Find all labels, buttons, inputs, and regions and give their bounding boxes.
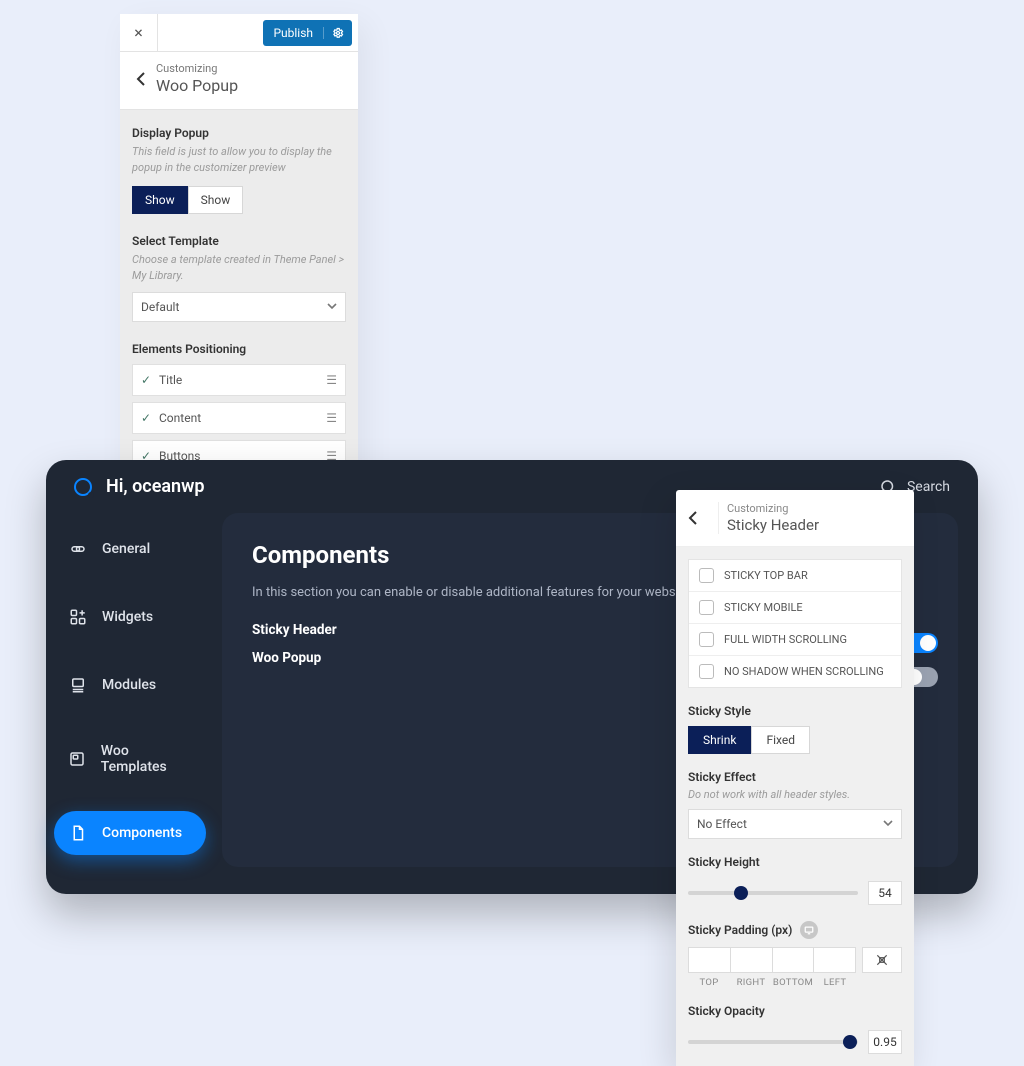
grid-add-icon <box>68 607 88 627</box>
nav-item-widgets[interactable]: Widgets <box>54 595 206 639</box>
select-template-value: Default <box>141 300 179 314</box>
publish-button[interactable]: Publish <box>263 20 352 46</box>
sticky-header-customizer-panel: Customizing Sticky Header STICKY TOP BAR… <box>676 490 914 1066</box>
sticky-height-title: Sticky Height <box>688 855 902 869</box>
panel-header: Customizing Sticky Header <box>676 490 914 547</box>
nav-item-woo-templates[interactable]: Woo Templates <box>54 731 206 787</box>
padding-label-left: LEFT <box>814 977 856 988</box>
padding-labels: TOP RIGHT BOTTOM LEFT <box>688 977 856 988</box>
link-values-button[interactable] <box>862 947 902 973</box>
checkbox-icon <box>699 664 714 679</box>
nav-label: Modules <box>102 677 156 693</box>
option-label: FULL WIDTH SCROLLING <box>724 633 847 646</box>
chevron-down-icon <box>883 820 893 828</box>
layout-icon <box>68 749 87 769</box>
sticky-options-list: STICKY TOP BAR STICKY MOBILE FULL WIDTH … <box>688 559 902 688</box>
option-label: NO SHADOW WHEN SCROLLING <box>724 665 884 678</box>
sticky-style-segment: Shrink Fixed <box>688 726 902 754</box>
padding-bottom-input[interactable] <box>772 947 814 973</box>
back-button[interactable] <box>126 72 156 86</box>
select-template-hint: Choose a template created in Theme Panel… <box>132 252 346 284</box>
publish-label: Publish <box>263 26 323 40</box>
nav-item-general[interactable]: General <box>54 527 206 571</box>
sticky-height-slider: 54 <box>688 881 902 905</box>
style-fixed-button[interactable]: Fixed <box>751 726 810 754</box>
option-label: STICKY TOP BAR <box>724 569 808 582</box>
option-no-shadow-scrolling[interactable]: NO SHADOW WHEN SCROLLING <box>689 655 901 687</box>
logo-icon <box>74 478 92 496</box>
option-full-width-scrolling[interactable]: FULL WIDTH SCROLLING <box>689 623 901 655</box>
checkbox-icon <box>699 600 714 615</box>
padding-inputs <box>688 947 856 973</box>
slider-track[interactable] <box>688 891 858 895</box>
drag-handle-icon[interactable]: ☰ <box>326 411 337 425</box>
document-icon <box>68 823 88 843</box>
element-item-content[interactable]: ✓ Content ☰ <box>132 402 346 434</box>
nav-label: General <box>102 541 150 557</box>
nav-label: Widgets <box>102 609 153 625</box>
elements-positioning-title: Elements Positioning <box>132 342 346 356</box>
nav-label: Components <box>102 825 182 841</box>
display-popup-hint: This field is just to allow you to displ… <box>132 144 346 176</box>
style-shrink-button[interactable]: Shrink <box>688 726 751 754</box>
sticky-height-value[interactable]: 54 <box>868 881 902 905</box>
check-icon: ✓ <box>141 373 159 387</box>
display-popup-title: Display Popup <box>132 126 346 140</box>
sticky-padding-header: Sticky Padding (px) <box>688 921 902 939</box>
greeting: Hi, oceanwp <box>106 476 205 497</box>
chevron-down-icon <box>327 303 337 311</box>
padding-label-top: TOP <box>688 977 730 988</box>
dashboard-nav: General Widgets Modules Woo Templates Co… <box>54 513 206 867</box>
breadcrumb-sup: Customizing <box>727 502 819 515</box>
nav-item-components[interactable]: Components <box>54 811 206 855</box>
padding-left-input[interactable] <box>813 947 856 973</box>
nav-label: Woo Templates <box>101 743 192 775</box>
slider-track[interactable] <box>688 1040 858 1044</box>
display-show-active[interactable]: Show <box>132 186 188 214</box>
desktop-device-icon[interactable] <box>800 921 818 939</box>
close-button[interactable]: × <box>120 14 158 52</box>
sticky-effect-title: Sticky Effect <box>688 770 902 784</box>
select-template-dropdown[interactable]: Default <box>132 292 346 322</box>
gear-icon[interactable] <box>323 27 352 39</box>
sticky-padding-title: Sticky Padding (px) <box>688 923 792 937</box>
woo-popup-customizer-panel: × Publish Customizing Woo Popup Display … <box>120 14 358 524</box>
stack-icon <box>68 675 88 695</box>
sticky-effect-dropdown[interactable]: No Effect <box>688 809 902 839</box>
display-show-inactive[interactable]: Show <box>188 186 244 214</box>
padding-right-input[interactable] <box>730 947 772 973</box>
element-label: Content <box>159 411 326 425</box>
select-template-title: Select Template <box>132 234 346 248</box>
nav-item-modules[interactable]: Modules <box>54 663 206 707</box>
sticky-effect-hint: Do not work with all header styles. <box>688 788 902 801</box>
display-popup-segment: Show Show <box>132 186 346 214</box>
breadcrumb-sup: Customizing <box>156 62 238 75</box>
padding-top-input[interactable] <box>688 947 730 973</box>
option-sticky-top-bar[interactable]: STICKY TOP BAR <box>689 560 901 591</box>
panel-body: STICKY TOP BAR STICKY MOBILE FULL WIDTH … <box>676 547 914 1066</box>
breadcrumb: Customizing Woo Popup <box>120 52 358 110</box>
padding-label-right: RIGHT <box>730 977 772 988</box>
page-title: Woo Popup <box>156 76 238 95</box>
sticky-style-title: Sticky Style <box>688 704 902 718</box>
slider-thumb-icon[interactable] <box>843 1035 857 1049</box>
option-sticky-mobile[interactable]: STICKY MOBILE <box>689 591 901 623</box>
drag-handle-icon[interactable]: ☰ <box>326 373 337 387</box>
page-title: Sticky Header <box>727 516 819 534</box>
padding-label-bottom: BOTTOM <box>772 977 814 988</box>
checkbox-icon <box>699 568 714 583</box>
check-icon: ✓ <box>141 411 159 425</box>
sticky-opacity-value[interactable]: 0.95 <box>868 1030 902 1054</box>
woo-topbar: × Publish <box>120 14 358 52</box>
element-label: Title <box>159 373 326 387</box>
sticky-effect-value: No Effect <box>697 817 747 831</box>
checkbox-icon <box>699 632 714 647</box>
element-item-title[interactable]: ✓ Title ☰ <box>132 364 346 396</box>
sticky-opacity-title: Sticky Opacity <box>688 1004 902 1018</box>
link-icon <box>68 539 88 559</box>
back-button[interactable] <box>688 511 710 525</box>
slider-thumb-icon[interactable] <box>734 886 748 900</box>
sticky-opacity-slider: 0.95 <box>688 1030 902 1054</box>
option-label: STICKY MOBILE <box>724 601 803 614</box>
